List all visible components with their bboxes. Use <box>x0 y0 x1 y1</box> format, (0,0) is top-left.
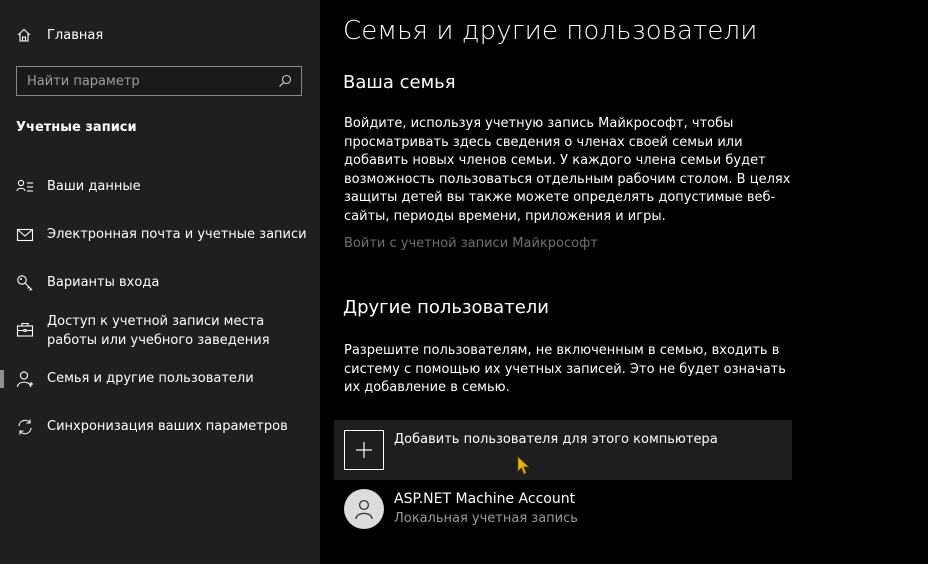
add-user-label: Добавить пользователя для этого компьюте… <box>394 432 718 447</box>
sidebar-item-work-access[interactable]: Доступ к учетной записи места работы или… <box>0 312 320 350</box>
hand-cursor-icon <box>517 456 530 475</box>
other-users-heading: Другие пользователи <box>343 297 549 318</box>
sync-icon <box>18 419 32 435</box>
sidebar-item-label: Варианты входа <box>47 275 160 290</box>
sidebar-item-label: Синхронизация ваших параметров <box>47 419 288 434</box>
home-label: Главная <box>47 27 104 43</box>
home-link[interactable]: Главная <box>16 24 103 46</box>
family-description: Войдите, используя учетную запись Майкро… <box>344 116 791 224</box>
main-content: Семья и другие пользователи Ваша семья В… <box>320 0 928 564</box>
search-input[interactable] <box>17 67 278 95</box>
sidebar-item-family[interactable]: Семья и другие пользователи <box>0 369 320 388</box>
sidebar-item-sync[interactable]: Синхронизация ваших параметров <box>0 417 320 436</box>
briefcase-icon <box>16 322 34 337</box>
family-heading: Ваша семья <box>343 72 456 93</box>
sidebar-item-email[interactable]: Электронная почта и учетные записи <box>0 225 320 244</box>
sidebar-item-label: Электронная почта и учетные записи <box>47 227 307 242</box>
person-card-icon <box>16 179 33 192</box>
sidebar-item-your-info[interactable]: Ваши данные <box>0 177 320 196</box>
add-user-button[interactable]: Добавить пользователя для этого компьюте… <box>334 420 792 480</box>
mail-icon <box>16 228 34 242</box>
add-box <box>344 430 384 470</box>
search-icon[interactable] <box>278 74 292 88</box>
section-title: Учетные записи <box>16 120 137 135</box>
avatar <box>344 489 384 529</box>
sidebar-item-label: Доступ к учетной записи места работы или… <box>47 314 270 348</box>
key-icon <box>17 275 33 291</box>
user-account-type: Локальная учетная запись <box>394 511 578 526</box>
settings-window: Главная Учетные записи Ваши данные <box>0 0 928 564</box>
page-title: Семья и другие пользователи <box>343 16 758 46</box>
user-name: ASP.NET Machine Account <box>394 491 576 507</box>
sidebar-item-label: Семья и другие пользователи <box>47 371 254 386</box>
other-users-description: Разрешите пользователям, не включенным в… <box>344 343 786 396</box>
user-account-row[interactable]: ASP.NET Machine Account Локальная учетна… <box>344 489 784 531</box>
person-icon <box>16 371 33 388</box>
sidebar-item-sign-in[interactable]: Варианты входа <box>0 273 320 292</box>
search-box[interactable] <box>16 66 302 96</box>
sign-in-microsoft-link[interactable]: Войти с учетной записи Майкрософт <box>344 236 598 251</box>
home-icon <box>17 28 31 42</box>
person-icon <box>355 499 373 520</box>
sidebar: Главная Учетные записи Ваши данные <box>0 0 320 564</box>
plus-icon <box>356 442 372 458</box>
sidebar-item-label: Ваши данные <box>47 179 141 194</box>
